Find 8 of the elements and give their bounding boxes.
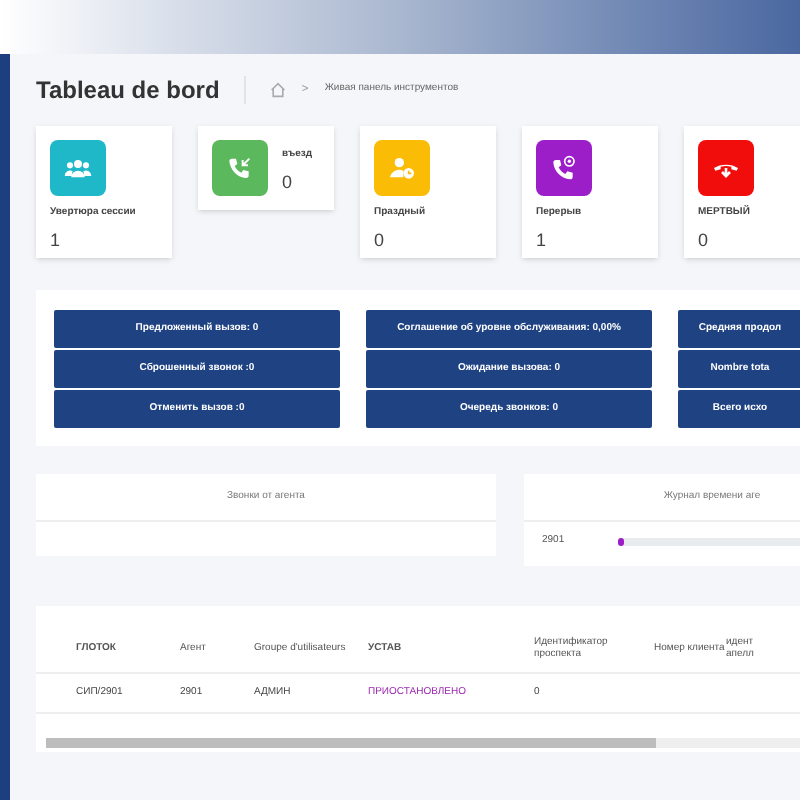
horizontal-scrollbar[interactable] [46,738,800,748]
stat-value: 0 [698,227,711,253]
page-title: Tableau de bord [36,74,220,108]
home-icon[interactable] [269,82,286,98]
stat-value: 0 [282,169,295,195]
stat-value: 1 [536,227,549,253]
stat-value: 1 [50,227,63,253]
stat-value: 0 [374,227,387,253]
